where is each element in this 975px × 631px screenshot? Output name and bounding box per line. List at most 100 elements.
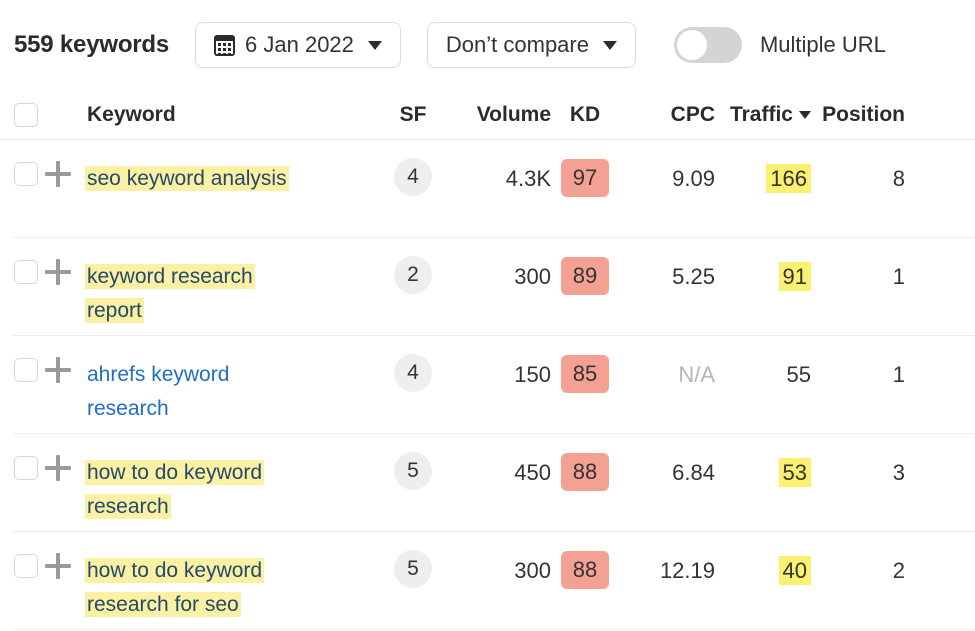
keyword-cell: seo keyword analysis — [87, 162, 377, 196]
cpc-value: 6.84 — [619, 456, 715, 490]
compare-dropdown-label: Don’t compare — [446, 32, 589, 58]
volume-value: 300 — [449, 260, 551, 294]
row-select-cell — [0, 554, 45, 578]
volume-value: 450 — [449, 456, 551, 490]
sort-descending-icon — [799, 111, 811, 119]
position-value: 3 — [811, 456, 927, 490]
column-header-traffic[interactable]: Traffic — [715, 103, 811, 127]
column-header-volume[interactable]: Volume — [449, 103, 551, 127]
position-value: 1 — [811, 260, 927, 294]
traffic-value: 53 — [779, 458, 811, 487]
plus-icon[interactable] — [45, 161, 71, 187]
row-select-checkbox[interactable] — [14, 358, 38, 382]
keyword-link[interactable]: ahrefs keywordresearch — [87, 362, 229, 421]
keyword-text-line: research — [87, 494, 169, 519]
kd-cell: 85 — [551, 358, 619, 393]
row-expand-cell — [45, 358, 87, 383]
calendar-icon — [214, 35, 235, 56]
cpc-value: 5.25 — [619, 260, 715, 294]
select-all-checkbox[interactable] — [14, 103, 38, 127]
sf-badge: 4 — [394, 354, 432, 392]
cpc-value: 12.19 — [619, 554, 715, 588]
plus-icon[interactable] — [45, 553, 71, 579]
column-header-position[interactable]: Position — [811, 103, 927, 127]
select-all-cell — [0, 103, 45, 127]
cpc-value: 9.09 — [619, 162, 715, 196]
row-select-cell — [0, 162, 45, 186]
keyword-link[interactable]: how to do keyword research — [87, 460, 262, 519]
traffic-value: 166 — [766, 164, 811, 193]
keywords-table: Keyword SF Volume KD CPC Traffic Positio… — [0, 90, 975, 630]
sf-badge: 5 — [394, 452, 432, 490]
column-header-sf[interactable]: SF — [377, 103, 449, 127]
position-value: 8 — [811, 162, 927, 196]
multiple-url-toggle[interactable] — [674, 27, 742, 63]
table-row[interactable]: how to do keywordresearch5450886.84533 — [0, 434, 975, 532]
keyword-link[interactable]: seo keyword analysis — [87, 166, 287, 191]
sf-cell: 5 — [377, 554, 449, 588]
keyword-text-line: seo keyword analysis — [87, 166, 287, 191]
traffic-value: 40 — [779, 556, 811, 585]
sf-cell: 4 — [377, 358, 449, 392]
table-header-row: Keyword SF Volume KD CPC Traffic Positio… — [0, 90, 975, 140]
plus-icon[interactable] — [45, 259, 71, 285]
row-select-cell — [0, 456, 45, 480]
kd-badge: 89 — [561, 257, 609, 295]
kd-cell: 89 — [551, 260, 619, 295]
keyword-link[interactable]: keyword researchreport — [87, 264, 253, 323]
table-row[interactable]: keyword researchreport2300895.25911 — [0, 238, 975, 336]
table-body: seo keyword analysis 4 4.3K979.09 1668 keywo… — [0, 140, 975, 630]
row-select-checkbox[interactable] — [14, 162, 38, 186]
keyword-count-label: 559 keywords — [14, 31, 169, 59]
multiple-url-label: Multiple URL — [760, 32, 886, 58]
row-select-checkbox[interactable] — [14, 456, 38, 480]
row-select-cell — [0, 260, 45, 284]
keyword-text-line: how to do keyword — [87, 558, 262, 583]
column-header-traffic-label: Traffic — [730, 103, 793, 127]
kd-cell: 97 — [551, 162, 619, 197]
kd-badge: 85 — [561, 355, 609, 393]
keyword-text-line: report — [87, 298, 142, 323]
traffic-cell: 53 — [715, 456, 811, 490]
keyword-text-line: ahrefs keyword — [87, 362, 229, 387]
row-expand-cell — [45, 162, 87, 187]
keyword-link[interactable]: how to do keyword research for seo — [87, 558, 262, 617]
table-row[interactable]: seo keyword analysis44.3K979.091668 — [0, 140, 975, 238]
row-expand-cell — [45, 260, 87, 285]
keyword-cell: keyword researchreport — [87, 260, 377, 328]
plus-icon[interactable] — [45, 455, 71, 481]
sf-cell: 2 — [377, 260, 449, 294]
column-header-keyword[interactable]: Keyword — [87, 103, 377, 127]
kd-badge: 88 — [561, 551, 609, 589]
traffic-cell: 166 — [715, 162, 811, 196]
column-header-kd[interactable]: KD — [551, 103, 619, 127]
keyword-text-line: how to do keyword — [87, 460, 262, 485]
column-header-cpc[interactable]: CPC — [619, 103, 715, 127]
traffic-value: 55 — [787, 362, 811, 387]
row-select-checkbox[interactable] — [14, 554, 38, 578]
position-value: 1 — [811, 358, 927, 392]
toggle-knob — [677, 30, 707, 60]
table-row[interactable]: ahrefs keywordresearch415085N/A551 — [0, 336, 975, 434]
multiple-url-control: Multiple URL — [674, 27, 886, 63]
volume-value: 300 — [449, 554, 551, 588]
volume-value: 150 — [449, 358, 551, 392]
volume-value: 4.3K — [449, 162, 551, 196]
keyword-cell: how to do keyword research — [87, 456, 377, 524]
toolbar: 559 keywords 6 Jan 2022 Don’t compare Mu… — [0, 0, 975, 90]
traffic-cell: 40 — [715, 554, 811, 588]
sf-badge: 5 — [394, 550, 432, 588]
traffic-cell: 55 — [715, 358, 811, 392]
table-row[interactable]: how to do keywordresearch for seo5300881… — [0, 532, 975, 630]
traffic-cell: 91 — [715, 260, 811, 294]
plus-icon[interactable] — [45, 357, 71, 383]
sf-badge: 2 — [394, 256, 432, 294]
keyword-cell: ahrefs keywordresearch — [87, 358, 377, 426]
date-picker-button[interactable]: 6 Jan 2022 — [195, 22, 401, 68]
chevron-down-icon — [368, 41, 382, 50]
keyword-text-line: research for seo — [87, 592, 239, 617]
row-select-checkbox[interactable] — [14, 260, 38, 284]
compare-dropdown-button[interactable]: Don’t compare — [427, 22, 636, 68]
kd-cell: 88 — [551, 456, 619, 491]
sf-cell: 5 — [377, 456, 449, 490]
